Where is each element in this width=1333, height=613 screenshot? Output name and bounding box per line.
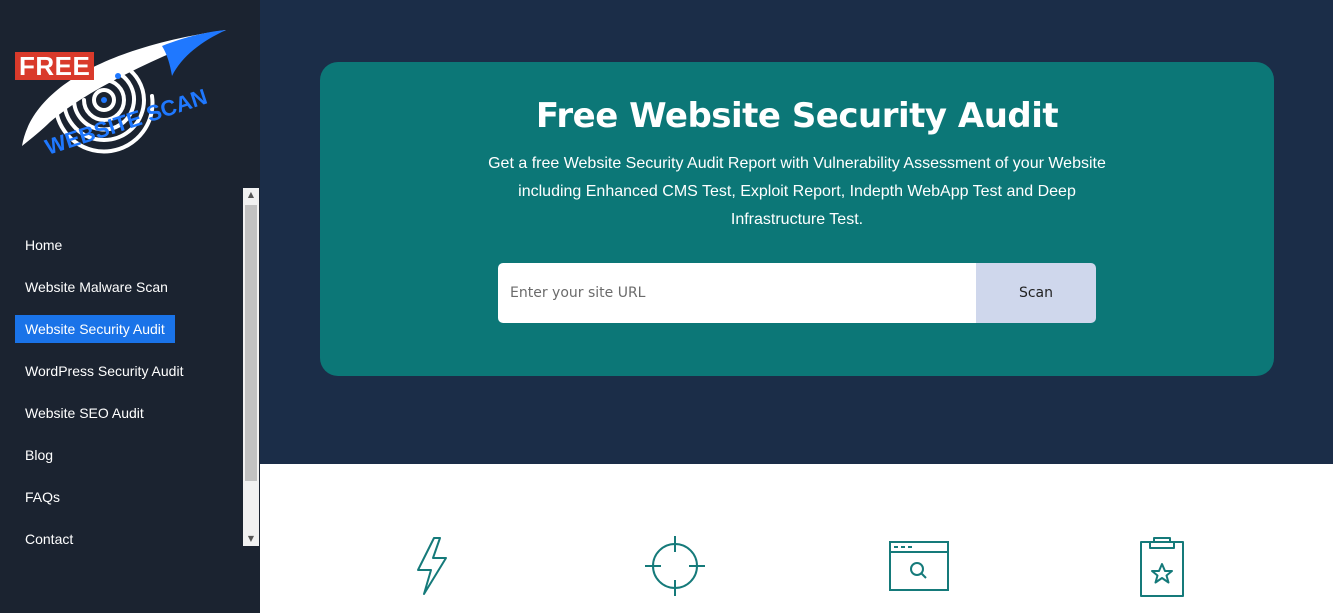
sidebar-item-website-security-audit: Website Security Audit [0,308,259,350]
nav-link-website-malware-scan[interactable]: Website Malware Scan [15,273,178,301]
nav-list: Home Website Malware Scan Website Securi… [0,188,259,546]
sidebar: FREE WEBSITE SCAN Home Website Malware S… [0,0,260,613]
hero-section: Free Website Security Audit Get a free W… [260,0,1333,464]
sidebar-item-contact: Contact [0,518,259,546]
sidebar-item-website-seo-audit: Website SEO Audit [0,392,259,434]
nav-link-website-seo-audit[interactable]: Website SEO Audit [15,399,154,427]
logo-free-badge: FREE [15,52,95,80]
nav-link-home[interactable]: Home [15,231,72,259]
page-title: Free Website Security Audit [535,96,1059,136]
sidebar-item-faqs: FAQs [0,476,259,518]
features-section [260,464,1333,613]
scroll-down-icon[interactable]: ▼ [243,532,259,546]
audit-description: Get a free Website Security Audit Report… [488,155,1106,228]
sidebar-item-home: Home [0,224,259,266]
sidebar-scrollbar[interactable]: ▲ ▼ [243,188,259,546]
nav-link-faqs[interactable]: FAQs [15,483,70,511]
url-scan-form: Scan [498,263,1096,323]
nav-link-blog[interactable]: Blog [15,441,63,469]
nav-link-website-security-audit[interactable]: Website Security Audit [15,315,175,343]
site-logo[interactable]: FREE WEBSITE SCAN [12,26,232,186]
clipboard-star-icon [1140,537,1184,597]
sidebar-item-wordpress-security-audit: WordPress Security Audit [0,350,259,392]
crosshair-icon [645,536,705,596]
nav-link-wordpress-security-audit[interactable]: WordPress Security Audit [15,357,193,385]
browser-search-icon [889,541,949,591]
scan-button[interactable]: Scan [976,263,1096,323]
lightning-icon [417,537,447,595]
audit-card: Free Website Security Audit Get a free W… [320,62,1274,376]
sidebar-item-blog: Blog [0,434,259,476]
scroll-up-icon[interactable]: ▲ [243,188,259,202]
sidebar-item-website-malware-scan: Website Malware Scan [0,266,259,308]
site-url-input[interactable] [498,263,976,323]
scroll-thumb[interactable] [245,205,257,481]
sidebar-nav: Home Website Malware Scan Website Securi… [0,188,259,546]
nav-link-contact[interactable]: Contact [15,525,83,546]
